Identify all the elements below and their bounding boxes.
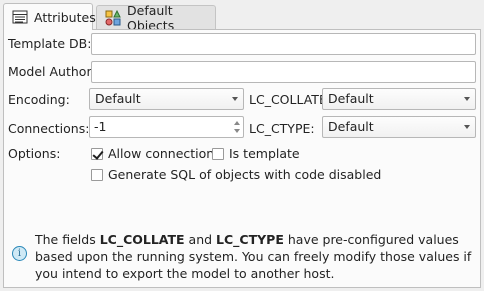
tab-default-objects[interactable]: Default Objects <box>96 3 216 33</box>
tab-default-objects-label: Default Objects <box>127 2 175 33</box>
template-db-label: Template DB: <box>8 36 92 51</box>
allow-connections-checkbox[interactable] <box>91 148 103 160</box>
is-template-checkbox[interactable] <box>212 148 224 160</box>
lc-collate-ref: LC_COLLATE <box>99 232 185 247</box>
tab-attributes[interactable]: Attributes <box>3 3 96 30</box>
is-template-label[interactable]: Is template <box>229 146 300 161</box>
template-db-input[interactable] <box>91 33 476 55</box>
lc-ctype-select[interactable]: Default <box>322 116 476 138</box>
model-author-label: Model Author: <box>8 64 96 79</box>
objects-icon <box>105 9 121 26</box>
generate-sql-label[interactable]: Generate SQL of objects with code disabl… <box>108 167 381 182</box>
allow-connections-label[interactable]: Allow connections <box>108 146 221 161</box>
info-icon: i <box>12 246 27 261</box>
info-message: The fields LC_COLLATE and LC_CTYPE have … <box>35 232 472 281</box>
connections-spinbox[interactable]: -1 <box>89 116 244 138</box>
options-label: Options: <box>8 146 61 161</box>
model-author-input[interactable] <box>91 61 476 83</box>
encoding-label: Encoding: <box>8 92 70 107</box>
chevron-down-icon <box>464 125 470 129</box>
generate-sql-checkbox[interactable] <box>91 169 103 181</box>
connections-label: Connections: <box>8 121 90 136</box>
connections-value: -1 <box>94 119 107 134</box>
lc-ctype-ref: LC_CTYPE <box>216 232 284 247</box>
spin-down-icon[interactable] <box>234 129 240 133</box>
encoding-select[interactable]: Default <box>89 88 244 110</box>
chevron-down-icon <box>464 97 470 101</box>
lc-collate-select[interactable]: Default <box>322 88 476 110</box>
chevron-down-icon <box>232 97 238 101</box>
encoding-select-value: Default <box>95 91 141 106</box>
spin-up-icon[interactable] <box>234 121 240 125</box>
lc-ctype-select-value: Default <box>328 119 374 134</box>
tab-bar: Attributes Default Objects <box>0 0 484 33</box>
lc-collate-label: LC_COLLATE: <box>249 92 332 107</box>
tab-attributes-label: Attributes <box>34 9 96 25</box>
table-icon <box>12 9 28 25</box>
lc-collate-select-value: Default <box>328 91 374 106</box>
lc-ctype-label: LC_CTYPE: <box>249 121 315 136</box>
